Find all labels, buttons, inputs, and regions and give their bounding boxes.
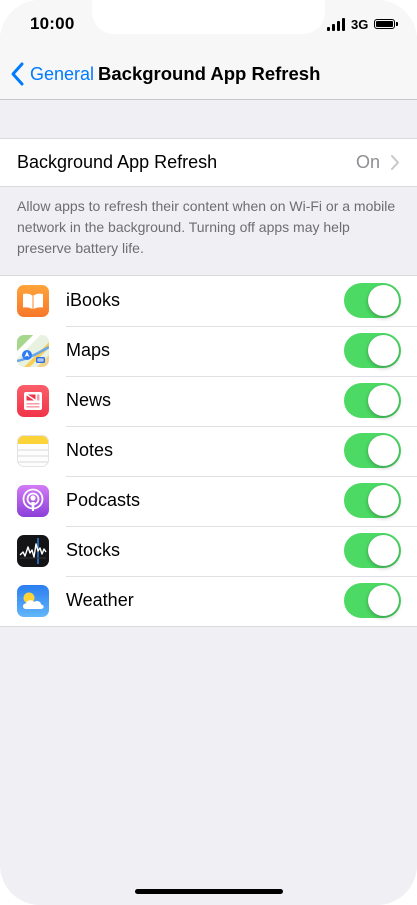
chevron-right-icon (391, 155, 399, 170)
podcasts-toggle[interactable] (344, 483, 401, 518)
home-indicator[interactable] (135, 889, 283, 894)
app-name: Notes (66, 440, 114, 460)
stocks-toggle[interactable] (344, 533, 401, 568)
app-name: Maps (66, 340, 111, 360)
phone-screen: 10:00 3G General Background App Refresh … (0, 0, 417, 905)
news-icon (17, 385, 49, 417)
app-row-maps: Maps (0, 326, 417, 376)
news-toggle[interactable] (344, 383, 401, 418)
app-name: Stocks (66, 540, 121, 560)
app-row-news: News (0, 376, 417, 426)
signal-icon (327, 17, 347, 31)
section-footer: Allow apps to refresh their content when… (17, 198, 396, 256)
app-row-stocks: Stocks (0, 526, 417, 576)
chevron-left-icon (11, 62, 24, 86)
battery-cap (396, 22, 398, 26)
network-type: 3G (351, 17, 369, 32)
app-row-weather: Weather (0, 576, 417, 626)
notes-toggle[interactable] (344, 433, 401, 468)
weather-toggle[interactable] (344, 583, 401, 618)
app-name: Weather (66, 590, 134, 610)
toggle-knob (368, 585, 399, 616)
ibooks-toggle[interactable] (344, 283, 401, 318)
app-name: Podcasts (66, 490, 141, 510)
toggle-knob (368, 285, 399, 316)
cell-value: On (355, 152, 380, 172)
toggle-knob (368, 485, 399, 516)
page-title: Background App Refresh (98, 63, 321, 84)
status-time: 10:00 (30, 14, 75, 33)
back-button[interactable]: General (8, 60, 94, 88)
maps-icon (17, 335, 49, 367)
cell-label: Background App Refresh (17, 152, 218, 172)
toggle-knob (368, 535, 399, 566)
app-row-podcasts: Podcasts (0, 476, 417, 526)
notes-icon (17, 435, 49, 467)
app-name: News (66, 390, 112, 410)
app-row-notes: Notes (0, 426, 417, 476)
weather-icon (17, 585, 49, 617)
background-app-refresh-cell[interactable]: Background App Refresh On (0, 138, 417, 187)
toggle-knob (368, 335, 399, 366)
app-name: iBooks (66, 290, 121, 310)
back-label: General (30, 63, 95, 84)
podcasts-icon (17, 485, 49, 517)
maps-toggle[interactable] (344, 333, 401, 368)
stocks-icon (17, 535, 49, 567)
app-list: iBooks Maps News Notes Podcasts Stocks W… (0, 275, 417, 627)
ibooks-icon (17, 285, 49, 317)
toggle-knob (368, 385, 399, 416)
status-bar: 10:00 3G (0, 0, 417, 50)
battery-icon (374, 19, 395, 29)
navigation-bar: General Background App Refresh (0, 50, 417, 100)
notch (92, 0, 325, 34)
toggle-knob (368, 435, 399, 466)
app-row-ibooks: iBooks (0, 276, 417, 326)
